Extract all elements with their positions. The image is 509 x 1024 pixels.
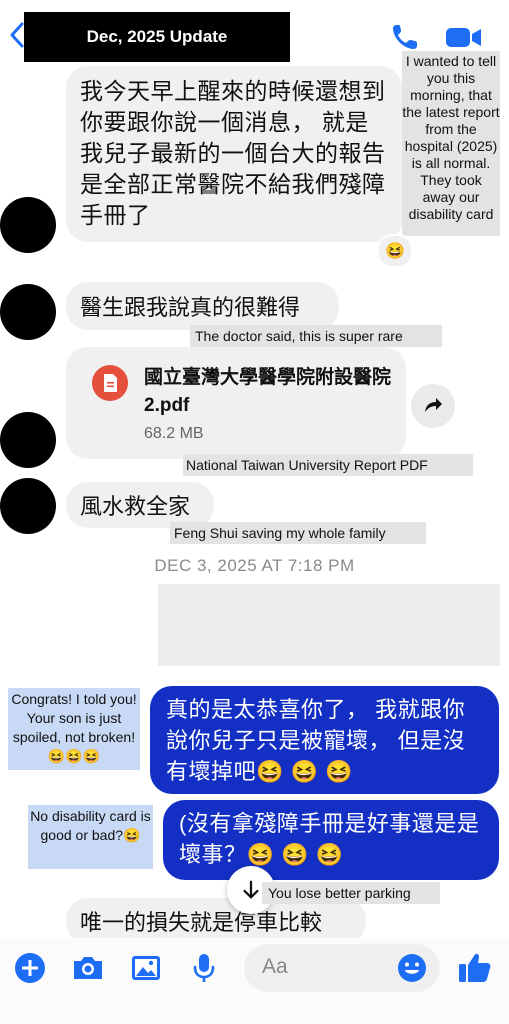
translation-note: The doctor said, this is super rare bbox=[190, 325, 442, 347]
translation-note: You lose better parking bbox=[262, 882, 440, 904]
avatar[interactable] bbox=[0, 284, 56, 340]
microphone-icon[interactable] bbox=[186, 950, 222, 986]
pdf-file-icon bbox=[92, 365, 128, 401]
translation-note: National Taiwan University Report PDF bbox=[183, 454, 473, 476]
avatar[interactable] bbox=[0, 478, 56, 534]
outgoing-message[interactable]: 真的是太恭喜你了， 我就跟你說你兒子只是被寵壞， 但是沒有壞掉吧😆 😆 😆 bbox=[150, 686, 499, 794]
phone-call-icon[interactable] bbox=[390, 22, 420, 52]
share-button[interactable] bbox=[411, 384, 455, 428]
emoji-icon[interactable] bbox=[396, 952, 428, 984]
thumbs-up-icon[interactable] bbox=[456, 948, 494, 986]
incoming-message[interactable]: 我今天早上醒來的時候還想到你要跟你說一個消息， 就是我兒子最新的一個台大的報告是… bbox=[66, 66, 402, 242]
message-reaction[interactable]: 😆 bbox=[377, 234, 413, 268]
share-arrow-icon bbox=[425, 398, 442, 412]
translation-note: No disability card is good or bad?😆 bbox=[28, 805, 153, 869]
outgoing-message[interactable]: (沒有拿殘障手冊是好事還是是壞事？😆 😆 😆 bbox=[163, 800, 499, 880]
redacted-area bbox=[158, 584, 500, 666]
conversation-title: Dec, 2025 Update bbox=[24, 12, 290, 62]
translation-note: Feng Shui saving my whole family bbox=[170, 522, 426, 544]
arrow-down-icon bbox=[243, 880, 259, 899]
photo-icon[interactable] bbox=[128, 950, 164, 986]
message-timestamp: DEC 3, 2025 AT 7:18 PM bbox=[154, 556, 355, 575]
file-name: 國立臺灣大學醫學院附設醫院 2.pdf bbox=[144, 367, 392, 416]
message-input-placeholder: Aa bbox=[262, 955, 288, 978]
camera-icon[interactable] bbox=[70, 950, 106, 986]
translation-note: Congrats! I told you! Your son is just s… bbox=[8, 688, 140, 770]
avatar[interactable] bbox=[0, 412, 56, 468]
incoming-message[interactable]: 醫生跟我說真的很難得 bbox=[66, 282, 339, 330]
translation-note: I wanted to tell you this morning, that … bbox=[402, 51, 500, 236]
plus-icon[interactable] bbox=[12, 950, 48, 986]
file-size: 68.2 MB bbox=[144, 425, 204, 442]
video-call-icon[interactable] bbox=[444, 22, 484, 52]
avatar[interactable] bbox=[0, 197, 56, 253]
